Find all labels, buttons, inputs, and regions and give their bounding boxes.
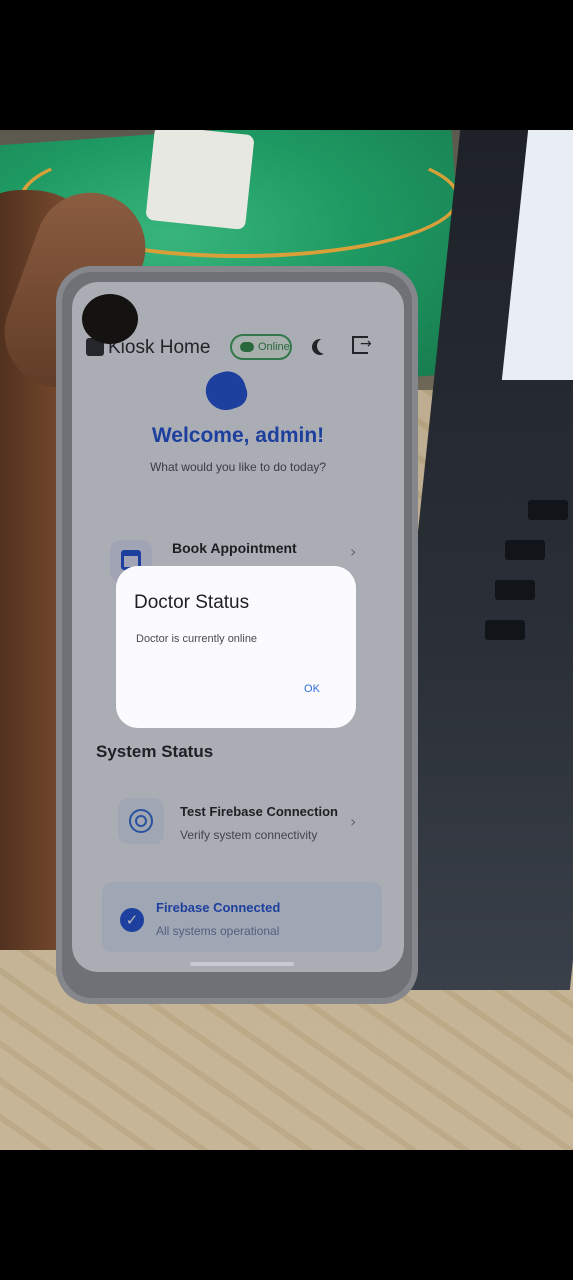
cracked-camera-area — [82, 294, 138, 344]
laptop-key — [485, 620, 525, 640]
laptop-key — [495, 580, 535, 600]
doctor-status-dialog: Doctor Status Doctor is currently online… — [116, 566, 356, 728]
laptop-key — [528, 500, 568, 520]
dialog-message: Doctor is currently online — [136, 633, 258, 645]
white-box — [145, 130, 255, 230]
phone-screen: Kiosk Home Online → Welcome, admin! What… — [72, 282, 404, 972]
home-indicator[interactable] — [190, 962, 294, 966]
dialog-title: Doctor Status — [134, 592, 250, 613]
laptop-key — [505, 540, 545, 560]
kiosk-app: Kiosk Home Online → Welcome, admin! What… — [72, 282, 404, 972]
ok-button[interactable]: OK — [292, 678, 332, 702]
